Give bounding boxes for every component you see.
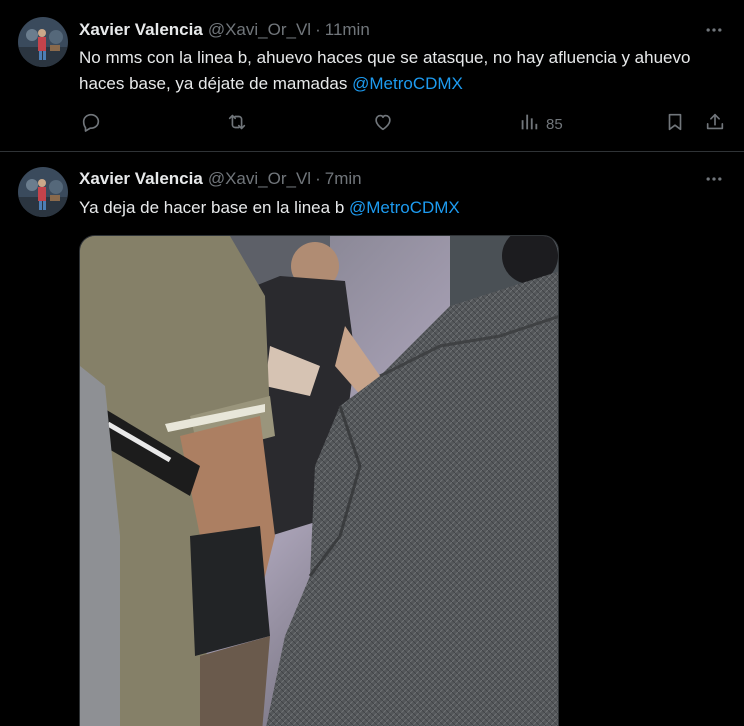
like-button[interactable] bbox=[372, 109, 394, 139]
avatar[interactable] bbox=[18, 17, 68, 67]
bookmark-button[interactable] bbox=[664, 109, 686, 139]
more-options-icon[interactable] bbox=[702, 167, 726, 191]
photo-image bbox=[80, 236, 558, 726]
tweet-header: Xavier Valencia @Xavi_Or_Vl · 7min bbox=[79, 167, 362, 191]
action-bar: 85 bbox=[78, 109, 726, 139]
retweet-button[interactable] bbox=[226, 109, 248, 139]
tweet-header: Xavier Valencia @Xavi_Or_Vl · 11min bbox=[79, 18, 370, 42]
author-name[interactable]: Xavier Valencia bbox=[79, 20, 203, 40]
avatar[interactable] bbox=[18, 167, 68, 217]
timestamp[interactable]: 11min bbox=[325, 20, 370, 40]
views-count: 85 bbox=[546, 115, 563, 133]
author-handle[interactable]: @Xavi_Or_Vl bbox=[208, 20, 311, 40]
tweet-photo[interactable] bbox=[79, 235, 559, 726]
share-button[interactable] bbox=[704, 109, 726, 139]
separator-dot: · bbox=[315, 169, 321, 188]
more-options-icon[interactable] bbox=[702, 18, 726, 42]
mention-link[interactable]: @MetroCDMX bbox=[352, 74, 463, 93]
tweet-1[interactable]: Xavier Valencia @Xavi_Or_Vl · 11min No m… bbox=[0, 0, 744, 152]
tweet-text: Ya deja de hacer base en la linea b @Met… bbox=[79, 195, 704, 221]
like-icon bbox=[372, 111, 394, 137]
author-name[interactable]: Xavier Valencia bbox=[79, 169, 203, 189]
reply-button[interactable] bbox=[80, 109, 102, 139]
timestamp[interactable]: 7min bbox=[325, 169, 362, 189]
tweet-body: Ya deja de hacer base en la linea b bbox=[79, 198, 349, 217]
share-icon bbox=[704, 111, 726, 137]
bookmark-icon bbox=[664, 111, 686, 137]
retweet-icon bbox=[226, 111, 248, 137]
reply-icon bbox=[80, 111, 102, 137]
separator-dot: · bbox=[315, 20, 321, 39]
views-button[interactable]: 85 bbox=[518, 109, 563, 139]
mention-link[interactable]: @MetroCDMX bbox=[349, 198, 460, 217]
views-icon bbox=[518, 111, 540, 137]
author-handle[interactable]: @Xavi_Or_Vl bbox=[208, 169, 311, 189]
tweet-text: No mms con la linea b, ahuevo haces que … bbox=[79, 45, 704, 97]
tweet-2[interactable]: Xavier Valencia @Xavi_Or_Vl · 7min Ya de… bbox=[0, 152, 744, 726]
